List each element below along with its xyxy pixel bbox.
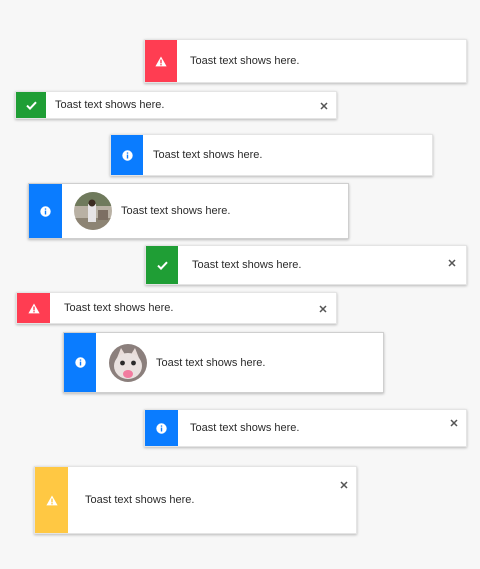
close-icon[interactable] <box>446 257 458 269</box>
toast-warning: Toast text shows here. <box>34 466 357 534</box>
info-circle-icon <box>156 422 167 434</box>
toast-message: Toast text shows here. <box>190 55 300 67</box>
checkmark-icon <box>156 261 168 270</box>
toast-message: Toast text shows here. <box>64 302 174 314</box>
toast-status-strip <box>146 246 178 284</box>
toast-message: Toast text shows here. <box>121 205 231 217</box>
info-circle-icon <box>40 205 51 217</box>
toast-error: Toast text shows here. <box>144 39 467 83</box>
avatar <box>74 192 112 230</box>
toast-message: Toast text shows here. <box>156 356 266 369</box>
toast-info-avatar: Toast text shows here. <box>28 183 349 239</box>
toast-success: Toast text shows here. <box>145 245 467 285</box>
toast-status-strip <box>17 293 50 323</box>
warning-triangle-icon <box>27 303 40 314</box>
toast-success: Toast text shows here. <box>15 91 337 119</box>
toast-message: Toast text shows here. <box>85 494 195 506</box>
info-circle-icon <box>121 149 133 161</box>
toast-message: Toast text shows here. <box>55 99 165 111</box>
toast-status-strip <box>145 40 177 82</box>
toast-message: Toast text shows here. <box>192 259 302 271</box>
toast-status-strip <box>16 92 46 118</box>
toast-status-strip <box>111 135 143 175</box>
toast-message: Toast text shows here. <box>190 422 300 434</box>
toast-info: Toast text shows here. <box>144 409 467 447</box>
avatar <box>109 343 147 382</box>
warning-triangle-icon <box>155 56 167 67</box>
close-icon[interactable] <box>317 303 329 315</box>
close-icon[interactable] <box>448 417 460 429</box>
toast-status-strip <box>64 333 96 392</box>
toast-status-strip <box>35 467 68 533</box>
warning-triangle-icon <box>45 495 58 506</box>
info-circle-icon <box>74 357 86 368</box>
checkmark-icon <box>25 101 37 110</box>
toast-status-strip <box>29 184 62 238</box>
close-icon[interactable] <box>338 479 350 491</box>
toast-status-strip <box>145 410 178 446</box>
toast-message: Toast text shows here. <box>153 149 263 161</box>
toast-info: Toast text shows here. <box>110 134 433 176</box>
toast-info-avatar: Toast text shows here. <box>63 332 384 393</box>
close-icon[interactable] <box>318 100 330 112</box>
toast-error: Toast text shows here. <box>16 292 337 324</box>
